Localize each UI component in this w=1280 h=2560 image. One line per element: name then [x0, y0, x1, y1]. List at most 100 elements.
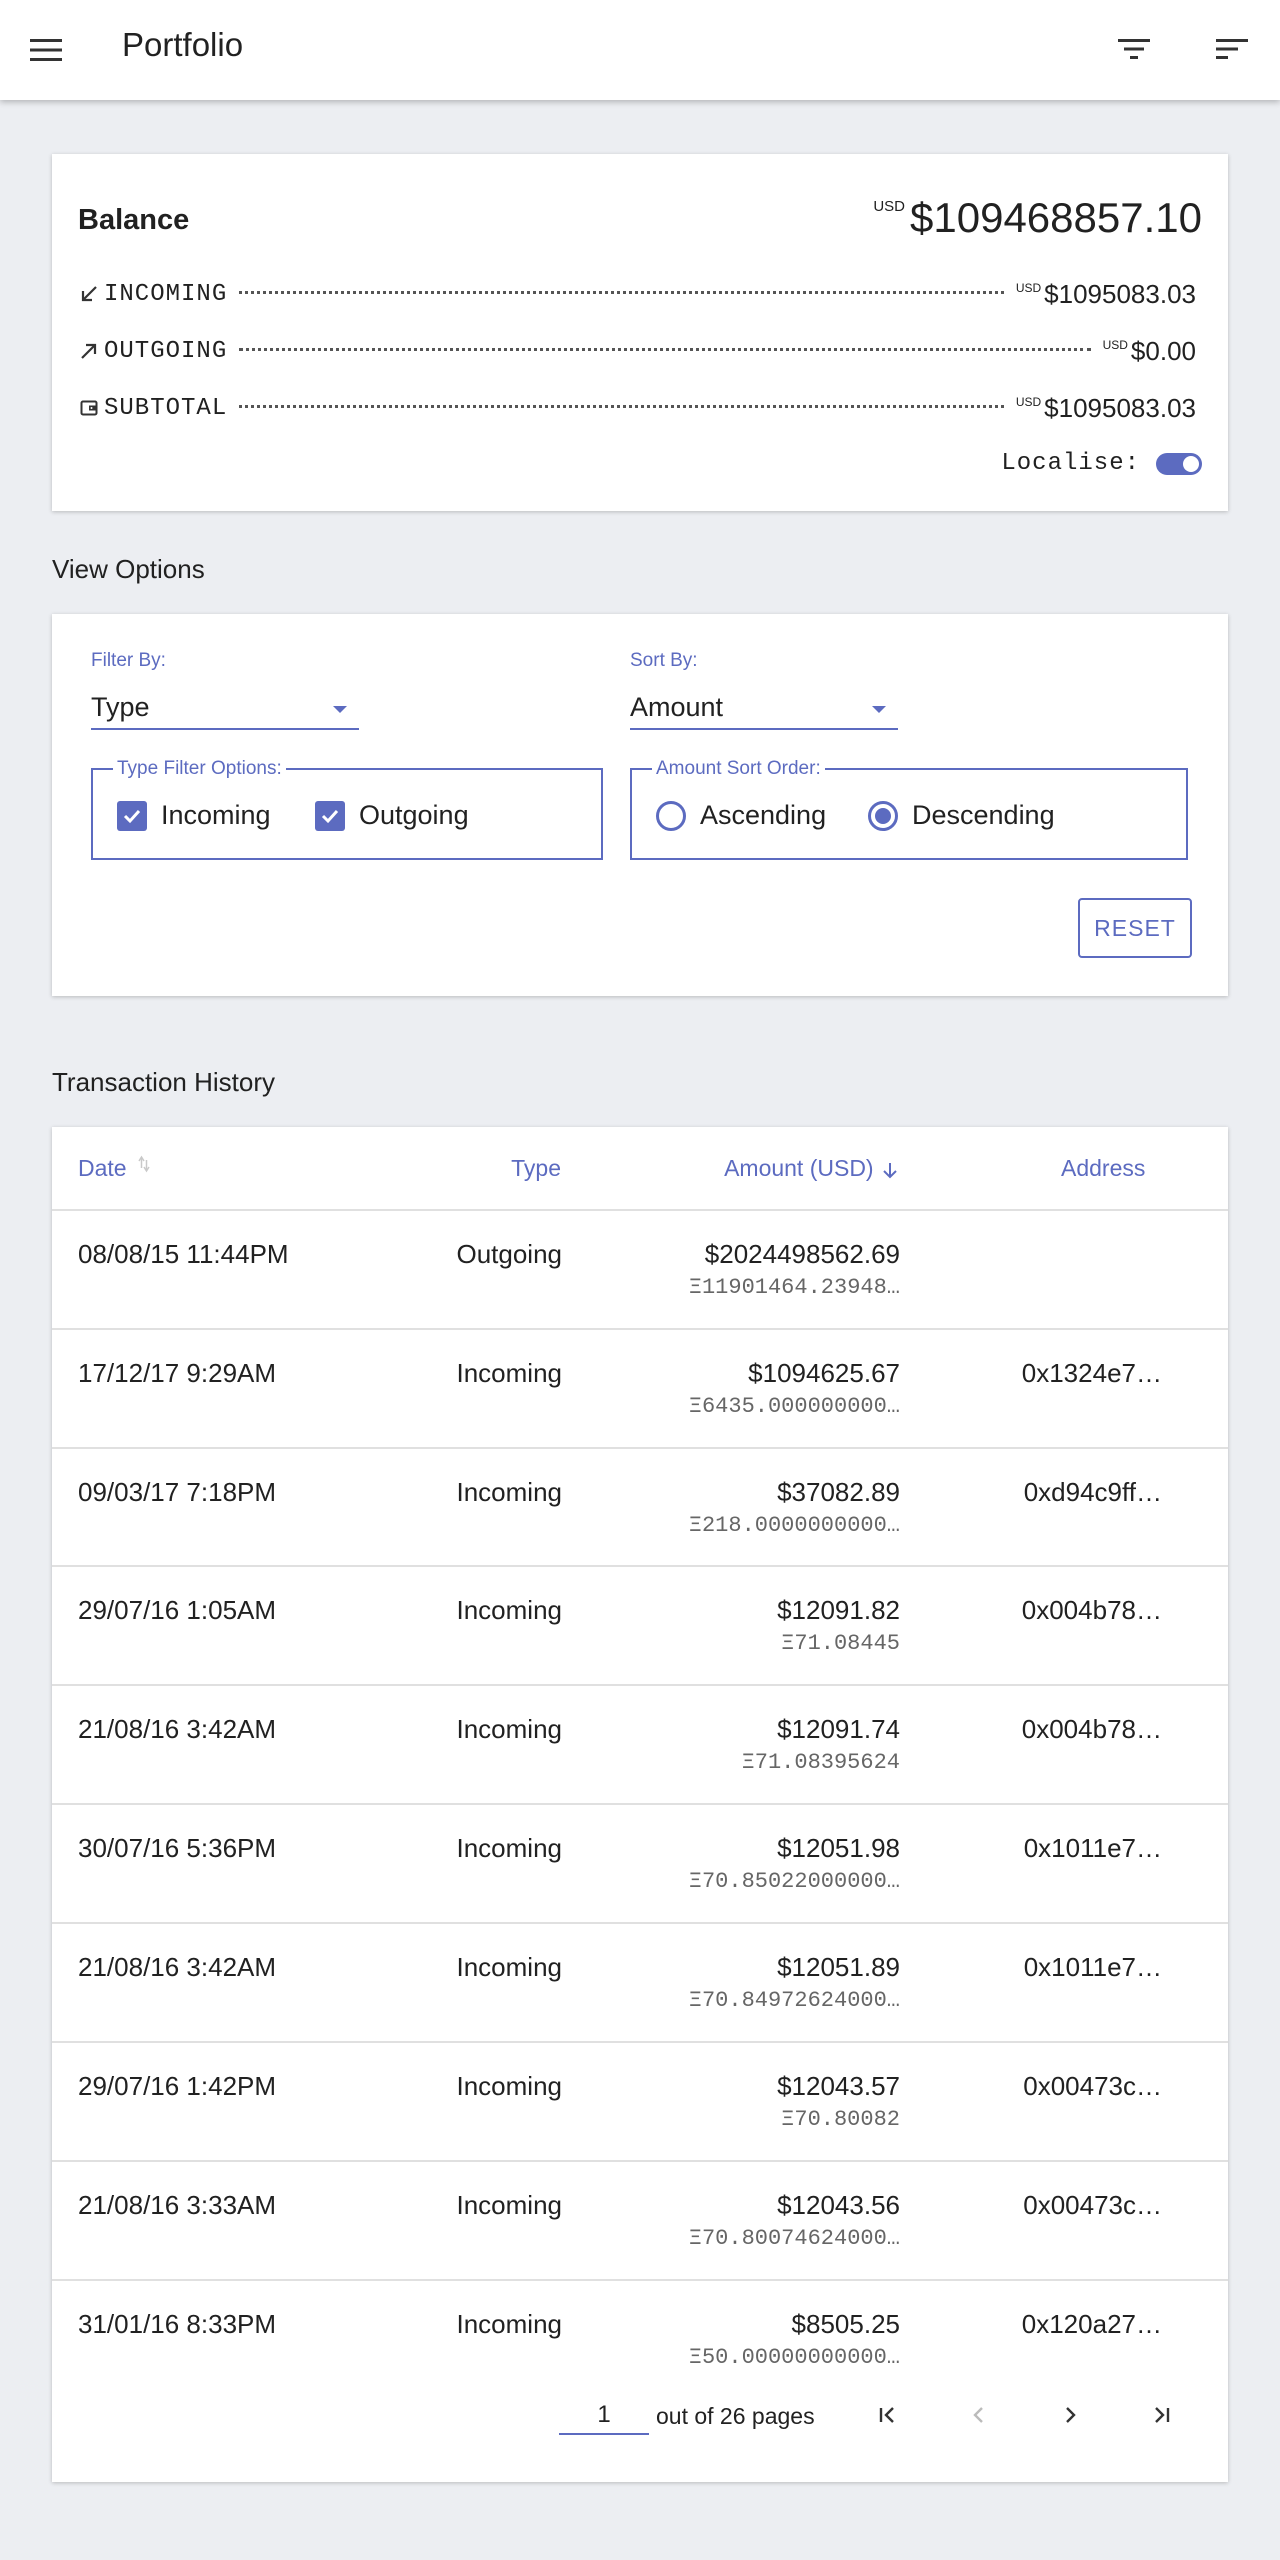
arrow-down-left-icon	[78, 283, 100, 305]
last-page-button[interactable]	[1139, 2393, 1183, 2437]
row-amount: $2024498562.69	[704, 1239, 900, 1269]
menu-button[interactable]	[26, 30, 66, 70]
row-address[interactable]: 0x00473c…	[1012, 2190, 1162, 2221]
currency-label: USD	[873, 198, 906, 215]
column-header-date[interactable]: Date	[78, 1155, 151, 1182]
transaction-table: Date Type Amount (USD) Address 08/08/15 …	[52, 1127, 1228, 2482]
subtotal-value: USD $1095083.03	[1016, 393, 1196, 424]
sort-button[interactable]	[1211, 28, 1253, 70]
outgoing-label: OUTGOING	[104, 337, 228, 365]
outgoing-row: OUTGOING USD $0.00	[78, 333, 1196, 369]
row-date: 30/07/16 5:36PM	[78, 1833, 277, 1863]
sort-by-select[interactable]: Amount	[630, 686, 898, 730]
row-amount: $8505.25	[791, 2309, 900, 2339]
row-address[interactable]: 0xd94c9ff…	[1012, 1477, 1162, 1508]
balance-total-value: $109468857.10	[910, 194, 1202, 241]
row-type: Outgoing	[456, 1239, 562, 1269]
column-header-type[interactable]: Type	[511, 1155, 561, 1182]
ascending-radio[interactable]	[656, 800, 686, 831]
descending-radio-option[interactable]: Descending	[868, 800, 1055, 831]
last-page-icon	[1155, 2407, 1170, 2423]
row-address[interactable]: 0x1011e7…	[1012, 1833, 1162, 1864]
row-type: Incoming	[456, 1477, 563, 1507]
table-row[interactable]: 30/07/16 5:36PM Incoming $12051.98 Ξ70.8…	[52, 1805, 1228, 1924]
row-date: 31/01/16 8:33PM	[78, 2309, 277, 2339]
incoming-label: INCOMING	[104, 280, 228, 308]
filter-by-label: Filter By:	[91, 650, 166, 671]
column-header-amount[interactable]: Amount (USD)	[724, 1155, 898, 1182]
row-eth-amount: Ξ70.84972624000…	[688, 1988, 900, 2013]
arrow-down-icon	[883, 1162, 897, 1179]
outgoing-checkbox-option[interactable]: Outgoing	[315, 800, 469, 831]
row-amount: $12051.89	[777, 1952, 900, 1982]
descending-radio[interactable]	[868, 800, 898, 831]
view-options-title: View Options	[52, 554, 205, 584]
table-row[interactable]: 21/08/16 3:42AM Incoming $12091.74 Ξ71.0…	[52, 1686, 1228, 1805]
chevron-right-icon	[1066, 2407, 1076, 2423]
dotted-leader	[239, 404, 1004, 408]
checkmark-icon	[321, 809, 339, 823]
type-filter-options: Type Filter Options: Incoming Outgoing	[91, 758, 603, 860]
localise-toggle[interactable]	[1156, 452, 1202, 475]
incoming-checkbox-label: Incoming	[161, 800, 271, 830]
row-address[interactable]: 0x00473c…	[1012, 2071, 1162, 2102]
table-row[interactable]: 21/08/16 3:33AM Incoming $12043.56 Ξ70.8…	[52, 2162, 1228, 2281]
table-row[interactable]: 17/12/17 9:29AM Incoming $1094625.67 Ξ64…	[52, 1330, 1228, 1449]
dotted-leader	[239, 290, 1004, 294]
ascending-radio-option[interactable]: Ascending	[656, 800, 826, 831]
table-header: Date Type Amount (USD) Address	[52, 1127, 1228, 1211]
pagination: 1 out of 26 pages	[52, 2379, 1228, 2479]
row-type: Incoming	[456, 2190, 563, 2220]
column-header-address[interactable]: Address	[1061, 1155, 1145, 1182]
transaction-history-title: Transaction History	[52, 1067, 275, 1097]
row-date: 21/08/16 3:42AM	[78, 1952, 277, 1982]
row-address[interactable]: 0x1324e7…	[1012, 1358, 1162, 1389]
row-date: 09/03/17 7:18PM	[78, 1477, 277, 1507]
sort-by-value: Amount	[630, 692, 724, 722]
row-type: Incoming	[456, 1358, 563, 1388]
row-address[interactable]: 0x004b78…	[1012, 1714, 1162, 1745]
incoming-row: INCOMING USD $1095083.03	[78, 276, 1196, 312]
table-row[interactable]: 31/01/16 8:33PM Incoming $8505.25 Ξ50.00…	[52, 2281, 1228, 2379]
row-date: 21/08/16 3:42AM	[78, 1714, 277, 1744]
row-type: Incoming	[456, 2309, 563, 2339]
subtotal-label: SUBTOTAL	[104, 394, 228, 422]
incoming-value: USD $1095083.03	[1016, 279, 1196, 310]
table-row[interactable]: 29/07/16 1:42PM Incoming $12043.57 Ξ70.8…	[52, 2043, 1228, 2162]
row-address[interactable]: 0x120a27…	[1012, 2309, 1162, 2340]
incoming-checkbox-option[interactable]: Incoming	[117, 800, 271, 831]
incoming-checkbox[interactable]	[117, 800, 147, 831]
previous-page-button[interactable]	[957, 2393, 1001, 2437]
filter-by-select[interactable]: Type	[91, 686, 359, 730]
next-page-button[interactable]	[1048, 2393, 1092, 2437]
table-row[interactable]: 08/08/15 11:44PM Outgoing $2024498562.69…	[52, 1211, 1228, 1330]
page-number-input[interactable]: 1	[559, 2395, 649, 2435]
row-address[interactable]: 0x004b78…	[1012, 1595, 1162, 1626]
balance-title: Balance	[78, 204, 190, 236]
row-eth-amount: Ξ71.08445	[781, 1631, 900, 1656]
table-row[interactable]: 21/08/16 3:42AM Incoming $12051.89 Ξ70.8…	[52, 1924, 1228, 2043]
toggle-knob	[1183, 455, 1199, 472]
ascending-label: Ascending	[700, 800, 827, 830]
dropdown-caret-icon	[872, 706, 886, 713]
table-row[interactable]: 09/03/17 7:18PM Incoming $37082.89 Ξ218.…	[52, 1449, 1228, 1567]
row-address[interactable]: 0x1011e7…	[1012, 1952, 1162, 1983]
table-row[interactable]: 29/07/16 1:05AM Incoming $12091.82 Ξ71.0…	[52, 1567, 1228, 1686]
filter-button[interactable]	[1113, 28, 1155, 70]
checkmark-icon	[123, 809, 141, 823]
row-amount: $12091.74	[777, 1714, 900, 1744]
outgoing-checkbox[interactable]	[315, 800, 345, 831]
row-amount: $1094625.67	[748, 1358, 900, 1388]
row-amount: $12043.56	[777, 2190, 900, 2220]
first-page-button[interactable]	[866, 2393, 910, 2437]
row-date: 21/08/16 3:33AM	[78, 2190, 277, 2220]
filter-by-value: Type	[91, 692, 150, 722]
row-type: Incoming	[456, 1952, 563, 1982]
incoming-amount: $1095083.03	[1044, 278, 1196, 309]
reset-button[interactable]: RESET	[1078, 898, 1192, 958]
row-type: Incoming	[456, 1833, 563, 1863]
first-page-icon	[879, 2407, 894, 2423]
outgoing-checkbox-label: Outgoing	[359, 800, 469, 830]
sort-by-label: Sort By:	[630, 650, 698, 671]
sort-icon	[1216, 39, 1248, 59]
